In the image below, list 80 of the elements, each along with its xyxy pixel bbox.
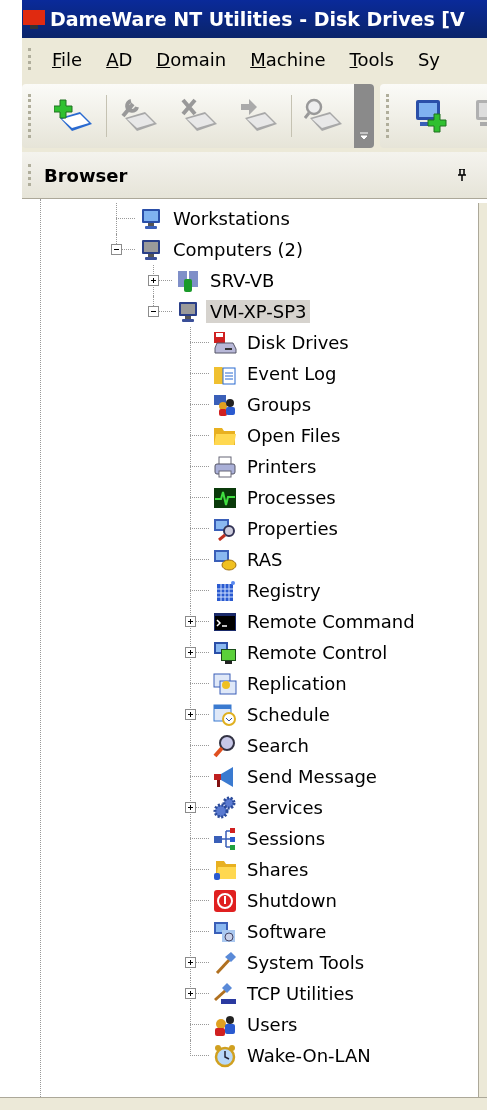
tree-item[interactable]: Registry [243,579,325,602]
grip-handle[interactable] [28,94,34,138]
tree-item[interactable]: Schedule [243,703,334,726]
arrow-book-icon [239,98,279,134]
tree-item[interactable]: Services [243,796,327,819]
server-icon [176,268,200,293]
menu-item[interactable]: Machine [242,48,342,70]
alarm-clock-icon [213,1043,237,1068]
collapse-icon[interactable] [111,244,122,255]
disk-drive-icon [213,330,237,355]
monitor-icon [176,299,200,324]
power-icon [213,888,237,913]
gears-icon [213,795,237,820]
add-book-icon [54,98,94,134]
calendar-clock-icon [213,702,237,727]
menu-item[interactable]: Domain [148,48,243,70]
expand-icon[interactable] [185,709,196,720]
tree-item[interactable]: Event Log [243,362,341,385]
grip-handle[interactable] [386,94,392,138]
tree-item[interactable]: Open Files [243,424,345,447]
tree-item[interactable]: System Tools [243,951,369,974]
tree-item[interactable]: Wake-On-LAN [243,1044,375,1067]
tree-item[interactable]: Send Message [243,765,381,788]
tree-item[interactable]: SRV-VB [206,269,279,292]
people-icon [213,392,237,417]
tree-item[interactable]: Computers (2) [169,238,308,261]
tree-item[interactable]: Workstations [169,207,294,230]
window-title: DameWare NT Utilities - Disk Drives [V [50,8,465,30]
monitor-icon [139,206,163,231]
panel-title: Browser [44,164,129,186]
phone-icon [213,547,237,572]
search-book-icon [304,98,344,134]
tree-item[interactable]: Shares [243,858,313,881]
expand-icon[interactable] [185,647,196,658]
tree-item[interactable]: Shutdown [243,889,341,912]
hammer-network-icon [213,981,237,1006]
printer-icon [213,454,237,479]
tree-item[interactable]: Search [243,734,313,757]
expand-icon[interactable] [185,802,196,813]
tree-item[interactable]: VM-XP-SP3 [206,300,311,323]
tree-item[interactable]: Replication [243,672,351,695]
collapse-icon[interactable] [148,306,159,317]
wrench-book-icon [119,98,159,134]
tree-item[interactable]: Sessions [243,827,330,850]
software-icon [213,919,237,944]
hammer-icon [213,950,237,975]
sun-window-icon [213,671,237,696]
tree-item[interactable]: Printers [243,455,321,478]
menu-item[interactable]: Tools [341,48,410,70]
tree-item[interactable]: Software [243,920,331,943]
expand-icon[interactable] [185,616,196,627]
two-monitors-icon [213,640,237,665]
grip-handle[interactable] [28,48,34,70]
pulse-icon [213,485,237,510]
tree-item[interactable]: Remote Command [243,610,419,633]
expand-icon[interactable] [148,275,159,286]
scrollbar[interactable] [478,203,487,1097]
magnifier-icon [213,516,237,541]
tree-item[interactable]: Processes [243,486,340,509]
menu-item[interactable]: Sy [409,48,456,70]
tree-item[interactable]: Properties [243,517,342,540]
grip-handle[interactable] [28,164,34,186]
tree-item[interactable]: TCP Utilities [243,982,358,1005]
expand-icon[interactable] [185,957,196,968]
chevron-down-icon [360,132,368,140]
monitor-icon [139,237,163,262]
menu-item[interactable]: File [44,48,99,70]
tree-item[interactable]: Remote Control [243,641,392,664]
tree-item[interactable]: Disk Drives [243,331,353,354]
cross-book-icon [179,98,219,134]
search-icon [213,733,237,758]
menu-item[interactable]: AD [98,48,149,70]
monitor-icon [22,7,46,31]
tree-item[interactable]: RAS [243,548,287,571]
tree-item[interactable]: Users [243,1013,302,1036]
expand-icon[interactable] [185,988,196,999]
network-icon [213,826,237,851]
scrollbar[interactable] [0,1097,487,1110]
pin-icon[interactable] [457,169,467,181]
tree-item[interactable]: Groups [243,393,316,416]
